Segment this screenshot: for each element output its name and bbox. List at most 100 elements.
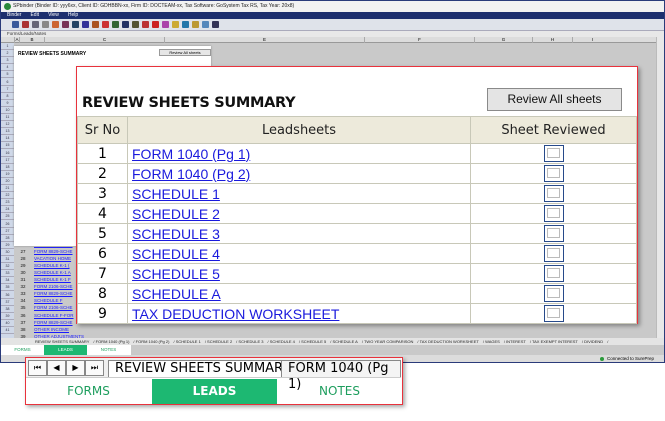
sheet-tab[interactable]: SCHEDULE A [332,339,357,344]
sheet-tab[interactable]: SCHEDULE 1 [176,339,201,344]
row-number[interactable]: 34 [1,277,14,285]
row-number[interactable]: 10 [1,107,14,114]
reviewed-checkbox[interactable] [543,205,564,223]
leadsheet-link[interactable]: SCHEDULE 2 [127,203,471,224]
row-number[interactable]: 4 [1,64,14,72]
tab-form-1040-pg1[interactable]: FORM 1040 (Pg 1) [281,360,401,392]
reviewed-checkbox[interactable] [543,225,564,243]
row-number[interactable]: 25 [1,213,14,221]
tab-leads[interactable]: LEADS [152,379,277,404]
row-number[interactable]: 16 [1,150,14,157]
sheet-tab[interactable]: REVIEW SHEETS SUMMARY [35,339,89,344]
row-number[interactable]: 11 [1,114,14,122]
row-number[interactable]: 19 [1,171,14,178]
row-number[interactable]: 24 [1,206,14,214]
row-number[interactable]: 12 [1,121,14,129]
row-number[interactable]: 18 [1,164,14,171]
reviewed-checkbox[interactable] [543,265,564,283]
menu-help[interactable]: Help [68,12,78,18]
row-number[interactable]: 15 [1,142,14,150]
leadsheet-link[interactable]: SCHEDULE 3 [127,223,471,244]
row-number[interactable]: 26 [1,221,14,228]
row-number[interactable]: 40 [1,320,14,327]
row-number[interactable]: 17 [1,157,14,164]
row-number[interactable]: 30 [1,249,14,256]
reviewed-checkbox[interactable] [543,285,564,303]
tab-notes[interactable]: NOTES [277,379,402,404]
toolbar-icon[interactable] [12,21,19,28]
leadsheet-link[interactable]: FORM 1040 (Pg 1) [127,143,471,164]
reviewed-checkbox[interactable] [543,305,564,323]
sheet-tab[interactable]: SCHEDULE 2 [207,339,232,344]
row-number[interactable]: 38 [1,306,14,313]
sheet-tab[interactable]: FORM 1040 (Pg 1) [96,339,130,344]
row-number[interactable]: 22 [1,192,14,200]
last-sheet-button[interactable]: ⏭ [85,360,104,376]
leadsheet-link[interactable]: SCHEDULE A [127,283,471,304]
sheet-tab[interactable]: TAX DEDUCTION WORKSHEET [420,339,479,344]
prev-sheet-button[interactable]: ◀ [47,360,66,376]
row-number[interactable]: 3 [1,57,14,65]
row-number[interactable]: 8 [1,93,14,100]
row-number[interactable]: 39 [1,313,14,320]
row-number[interactable]: 32 [1,263,14,271]
menu-view[interactable]: View [48,12,59,18]
row-number[interactable]: 36 [1,292,14,299]
toolbar-icon[interactable] [72,21,79,28]
reviewed-checkbox[interactable] [543,165,564,183]
row-number[interactable]: 20 [1,178,14,185]
toolbar-icon[interactable] [82,21,89,28]
leadsheet-link[interactable]: SCHEDULE 5 [127,263,471,284]
toolbar-icon[interactable] [62,21,69,28]
next-sheet-button[interactable]: ▶ [66,360,85,376]
menu-binder[interactable]: Binder [7,12,21,18]
sheet-tab[interactable]: WAGES [485,339,500,344]
leadsheet-link[interactable]: SCHEDULE 4 [127,243,471,264]
row-number[interactable]: 1 [1,43,14,51]
sheet-tab[interactable]: SCHEDULE 5 [301,339,326,344]
row-number[interactable]: 29 [1,242,14,249]
tab-forms[interactable]: FORMS [26,379,151,404]
toolbar-icon[interactable] [152,21,159,28]
toolbar-icon[interactable] [172,21,179,28]
review-all-sheets-button[interactable]: Review All sheets [487,88,622,111]
leadsheet-link[interactable]: SCHEDULE 1 [127,183,471,204]
toolbar-icon[interactable] [192,21,199,28]
row-number[interactable]: 5 [1,71,14,79]
toolbar-icon[interactable] [142,21,149,28]
first-sheet-button[interactable]: ⏮ [28,360,47,376]
row-number[interactable]: 7 [1,86,14,93]
reviewed-checkbox[interactable] [543,145,564,163]
toolbar-icon[interactable] [122,21,129,28]
sheet-tab[interactable]: FORM 1040 (Pg 2) [136,339,170,344]
row-number[interactable]: 23 [1,199,14,207]
background-review-all-button[interactable]: Review All sheets [159,49,211,56]
row-number[interactable]: 6 [1,79,14,86]
sheet-tab[interactable]: TAX EXEMPT INTEREST [532,339,578,344]
row-number[interactable]: 41 [1,327,14,335]
menu-edit[interactable]: Edit [30,12,39,18]
toolbar-icon[interactable] [32,21,39,28]
reviewed-checkbox[interactable] [543,185,564,203]
row-number[interactable]: 33 [1,270,14,278]
sheet-tab[interactable]: SCHEDULE 4 [270,339,295,344]
toolbar-icon[interactable] [22,21,29,28]
bg-tab-forms[interactable]: FORMS [1,345,44,355]
toolbar-icon[interactable] [112,21,119,28]
toolbar-icon[interactable] [132,21,139,28]
toolbar-icon[interactable] [182,21,189,28]
toolbar-icon[interactable] [202,21,209,28]
reviewed-checkbox[interactable] [543,245,564,263]
row-number[interactable]: 28 [1,235,14,242]
vertical-scrollbar[interactable] [656,37,664,338]
row-number[interactable]: 37 [1,299,14,306]
row-number[interactable]: 2 [1,50,14,58]
row-number[interactable]: 9 [1,100,14,107]
sheet-tab[interactable]: INTEREST [506,339,526,344]
row-number[interactable]: 27 [1,228,14,235]
toolbar-icon[interactable] [162,21,169,28]
toolbar-icon[interactable] [102,21,109,28]
row-number[interactable]: 31 [1,256,14,264]
toolbar-icon[interactable] [212,21,219,28]
row-number[interactable]: 13 [1,128,14,136]
